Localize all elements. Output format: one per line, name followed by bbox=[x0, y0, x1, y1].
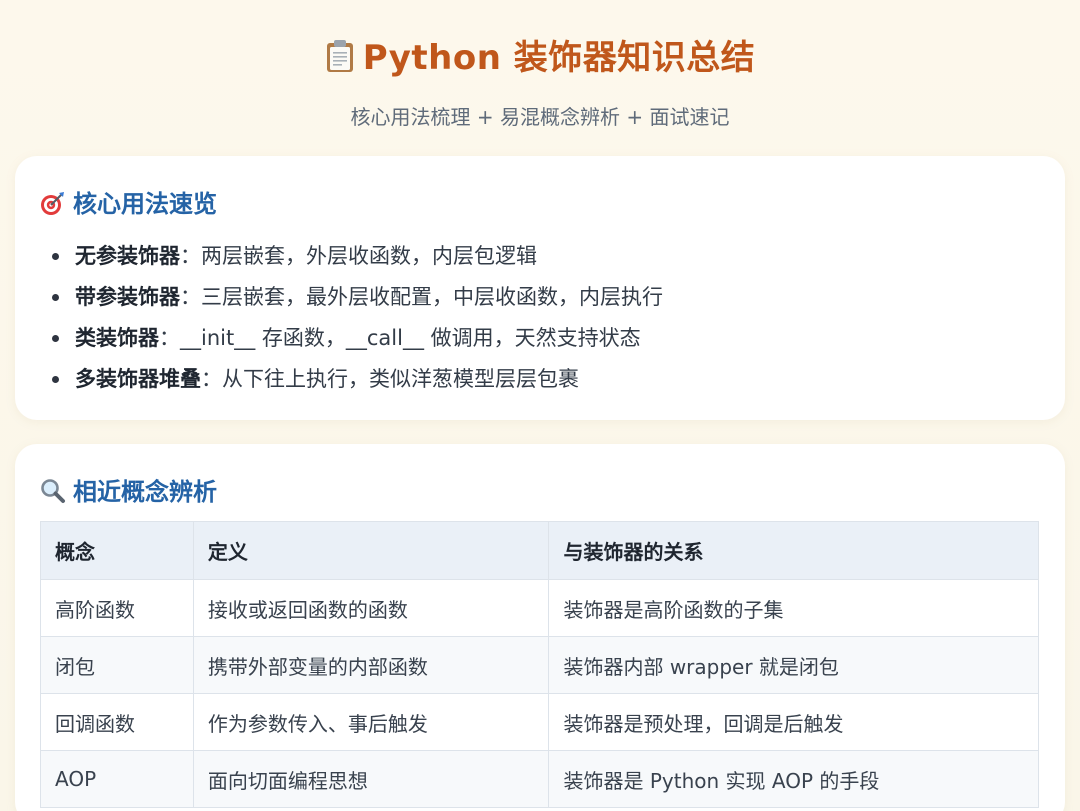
bullet-icon bbox=[52, 294, 59, 301]
usage-list: 无参装饰器：两层嵌套，外层收函数，内层包逻辑 带参装饰器：三层嵌套，最外层收配置… bbox=[15, 236, 663, 400]
table-cell: AOP bbox=[40, 750, 194, 808]
concepts-section-title: 相近概念辨析 bbox=[40, 472, 217, 507]
table-cell: 回调函数 bbox=[40, 693, 194, 751]
table-cell: 闭包 bbox=[40, 636, 194, 694]
usage-term: 多装饰器堆叠 bbox=[75, 367, 201, 391]
list-item: 带参装饰器：三层嵌套，最外层收配置，中层收函数，内层执行 bbox=[15, 277, 663, 318]
table-cell: 接收或返回函数的函数 bbox=[192, 579, 550, 637]
table-cell: 作为参数传入、事后触发 bbox=[192, 693, 550, 751]
table-cell: 携带外部变量的内部函数 bbox=[192, 636, 550, 694]
concepts-card: 相近概念辨析 概念 定义 与装饰器的关系 高阶函数 接收或返回函数的函数 装饰器… bbox=[15, 444, 1065, 811]
list-item: 类装饰器：__init__ 存函数，__call__ 做调用，天然支持状态 bbox=[15, 318, 663, 359]
usage-desc: ：__init__ 存函数，__call__ 做调用，天然支持状态 bbox=[159, 326, 641, 350]
usage-section-title-text: 核心用法速览 bbox=[73, 190, 217, 218]
table-cell: 面向切面编程思想 bbox=[192, 750, 550, 808]
bullet-icon bbox=[52, 253, 59, 260]
page-title: Python 装饰器知识总结 bbox=[0, 30, 1080, 79]
table-row: 回调函数 作为参数传入、事后触发 装饰器是预处理，回调是后触发 bbox=[40, 693, 1039, 751]
table-row: 闭包 携带外部变量的内部函数 装饰器内部 wrapper 就是闭包 bbox=[40, 636, 1039, 694]
usage-term: 类装饰器 bbox=[75, 326, 159, 350]
list-item: 无参装饰器：两层嵌套，外层收函数，内层包逻辑 bbox=[15, 236, 663, 277]
bullet-icon bbox=[52, 376, 59, 383]
usage-desc: ：三层嵌套，最外层收配置，中层收函数，内层执行 bbox=[180, 285, 663, 309]
clipboard-icon bbox=[326, 40, 353, 72]
column-header-definition: 定义 bbox=[192, 521, 550, 580]
concepts-table: 概念 定义 与装饰器的关系 高阶函数 接收或返回函数的函数 装饰器是高阶函数的子… bbox=[40, 521, 1039, 808]
page-subtitle: 核心用法梳理 + 易混概念辨析 + 面试速记 bbox=[350, 105, 730, 129]
column-header-relation: 与装饰器的关系 bbox=[548, 521, 1039, 580]
table-cell: 装饰器是 Python 实现 AOP 的手段 bbox=[548, 750, 1039, 808]
table-cell: 高阶函数 bbox=[40, 579, 194, 637]
table-cell: 装饰器内部 wrapper 就是闭包 bbox=[548, 636, 1039, 694]
magnifier-icon bbox=[41, 479, 65, 503]
table-cell: 装饰器是高阶函数的子集 bbox=[548, 579, 1039, 637]
usage-term: 带参装饰器 bbox=[75, 285, 180, 309]
usage-desc: ：从下往上执行，类似洋葱模型层层包裹 bbox=[201, 367, 579, 391]
usage-card: 核心用法速览 无参装饰器：两层嵌套，外层收函数，内层包逻辑 带参装饰器：三层嵌套… bbox=[15, 156, 1065, 420]
list-item: 多装饰器堆叠：从下往上执行，类似洋葱模型层层包裹 bbox=[15, 359, 663, 400]
target-icon bbox=[41, 192, 64, 215]
table-header-row: 概念 定义 与装饰器的关系 bbox=[40, 521, 1039, 580]
table-row: 高阶函数 接收或返回函数的函数 装饰器是高阶函数的子集 bbox=[40, 579, 1039, 637]
table-cell: 装饰器是预处理，回调是后触发 bbox=[548, 693, 1039, 751]
page-title-text: Python 装饰器知识总结 bbox=[362, 38, 756, 78]
usage-section-title: 核心用法速览 bbox=[40, 184, 217, 219]
usage-desc: ：两层嵌套，外层收函数，内层包逻辑 bbox=[180, 244, 537, 268]
concepts-section-title-text: 相近概念辨析 bbox=[73, 478, 217, 506]
column-header-concept: 概念 bbox=[40, 521, 194, 580]
table-row: AOP 面向切面编程思想 装饰器是 Python 实现 AOP 的手段 bbox=[40, 750, 1039, 808]
usage-term: 无参装饰器 bbox=[75, 244, 180, 268]
bullet-icon bbox=[52, 335, 59, 342]
